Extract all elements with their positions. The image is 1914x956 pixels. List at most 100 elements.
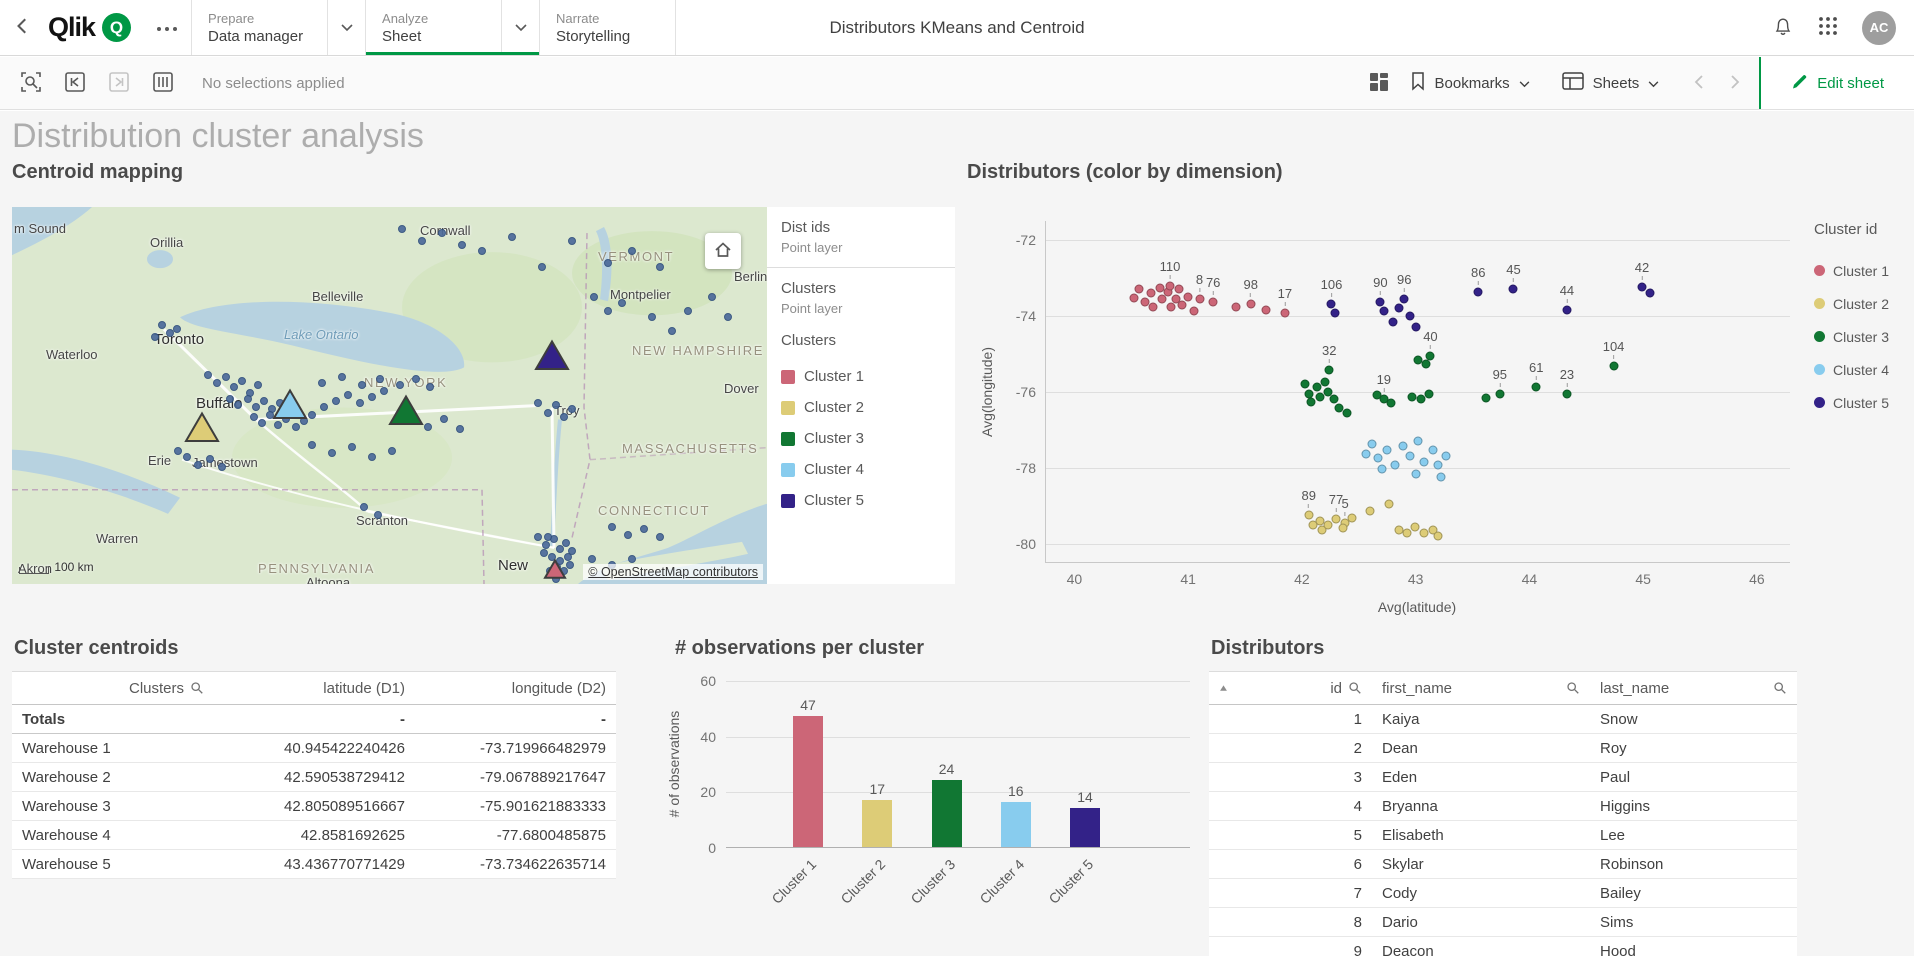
table-row[interactable]: Warehouse 543.436770771429-73.7346226357… [12, 850, 616, 879]
table-cell[interactable]: Cody [1372, 879, 1590, 908]
scatter-point[interactable] [1135, 285, 1144, 294]
table-cell[interactable]: Bailey [1590, 879, 1797, 908]
centroid-triangle[interactable] [274, 391, 306, 419]
table-cell[interactable]: Dario [1372, 908, 1590, 937]
scatter-point[interactable] [1165, 281, 1174, 290]
scatter-point[interactable] [1246, 299, 1255, 308]
sheet-objects-button[interactable] [1364, 68, 1394, 98]
table-cell[interactable]: Bryanna [1372, 792, 1590, 821]
scatter-point[interactable] [1425, 389, 1434, 398]
previous-sheet-button[interactable] [1685, 68, 1715, 98]
scatter-point[interactable] [1301, 380, 1310, 389]
scatter-point[interactable] [1184, 292, 1193, 301]
bar[interactable] [862, 800, 892, 847]
table-cell[interactable]: Warehouse 5 [12, 850, 214, 879]
table-cell[interactable]: Deacon [1372, 937, 1590, 956]
scatter-point[interactable] [1386, 398, 1395, 407]
search-icon[interactable] [1566, 681, 1580, 695]
scatter-point[interactable] [1645, 288, 1654, 297]
scatter-point[interactable] [1394, 303, 1403, 312]
table-cell[interactable]: Paul [1590, 763, 1797, 792]
scatter-point[interactable] [1399, 442, 1408, 451]
scatter-point[interactable] [1482, 394, 1491, 403]
scatter-point[interactable] [1304, 511, 1313, 520]
scatter-point[interactable] [1376, 297, 1385, 306]
scatter-legend-item[interactable]: Cluster 3 [1814, 320, 1889, 353]
table-cell[interactable]: 1 [1209, 705, 1372, 734]
column-header[interactable]: first_name [1372, 672, 1590, 705]
search-icon[interactable] [1348, 681, 1362, 695]
scatter-point[interactable] [1419, 457, 1428, 466]
column-header[interactable]: last_name [1590, 672, 1797, 705]
map-attribution-link[interactable]: © OpenStreetMap contributors [583, 564, 763, 580]
table-cell[interactable]: Eden [1372, 763, 1590, 792]
scatter-point[interactable] [1383, 445, 1392, 454]
scatter-point[interactable] [1385, 499, 1394, 508]
scatter-point[interactable] [1368, 440, 1377, 449]
scatter-point[interactable] [1307, 398, 1316, 407]
app-launcher-button[interactable] [1818, 16, 1838, 39]
scatter-point[interactable] [1405, 312, 1414, 321]
table-cell[interactable]: 9 [1209, 937, 1372, 956]
scatter-point[interactable] [1436, 473, 1445, 482]
table-row[interactable]: Warehouse 342.805089516667-75.9016218833… [12, 792, 616, 821]
table-row[interactable]: 5ElisabethLee [1209, 821, 1797, 850]
table-cell[interactable]: Dean [1372, 734, 1590, 763]
sheets-button[interactable]: Sheets [1546, 57, 1676, 109]
scatter-point[interactable] [1195, 294, 1204, 303]
scatter-point[interactable] [1428, 445, 1437, 454]
scatter-point[interactable] [1167, 303, 1176, 312]
table-cell[interactable]: Higgins [1590, 792, 1797, 821]
scatter-point[interactable] [1338, 523, 1347, 532]
scatter-point[interactable] [1388, 318, 1397, 327]
table-row[interactable]: Warehouse 140.945422240426-73.7199664829… [12, 734, 616, 763]
scatter-point[interactable] [1209, 297, 1218, 306]
scatter-point[interactable] [1175, 285, 1184, 294]
nav-section-analyze[interactable]: Analyze Sheet [366, 0, 539, 55]
scatter-legend-item[interactable]: Cluster 5 [1814, 386, 1889, 419]
scatter-point[interactable] [1343, 408, 1352, 417]
selections-tool-button[interactable] [148, 68, 178, 98]
scatter-point[interactable] [1442, 451, 1451, 460]
scatter-point[interactable] [1332, 515, 1341, 524]
scatter-point[interactable] [1562, 305, 1571, 314]
search-icon[interactable] [190, 681, 204, 695]
scatter-point[interactable] [1377, 464, 1386, 473]
bar[interactable] [932, 780, 962, 847]
notifications-button[interactable] [1772, 15, 1794, 40]
table-cell[interactable]: Warehouse 4 [12, 821, 214, 850]
back-button[interactable] [0, 0, 46, 55]
layer-entry[interactable]: Dist ids Point layer [781, 219, 941, 255]
table-cell[interactable]: -79.067889217647 [415, 763, 616, 792]
table-row[interactable]: 4BryannaHiggins [1209, 792, 1797, 821]
scatter-point[interactable] [1261, 305, 1270, 314]
scatter-point[interactable] [1379, 307, 1388, 316]
table-cell[interactable]: 2 [1209, 734, 1372, 763]
table-cell[interactable]: 43.436770771429 [214, 850, 415, 879]
scatter-point[interactable] [1148, 303, 1157, 312]
table-cell[interactable]: 42.8581692625 [214, 821, 415, 850]
map-home-button[interactable] [705, 233, 741, 269]
table-cell[interactable]: 5 [1209, 821, 1372, 850]
table-cell[interactable]: -75.901621883333 [415, 792, 616, 821]
bar-plot-area[interactable]: 020406047Cluster 117Cluster 224Cluster 3… [726, 681, 1190, 848]
analyze-dropdown-button[interactable] [501, 0, 539, 55]
table-row[interactable]: 7CodyBailey [1209, 879, 1797, 908]
table-cell[interactable]: -73.719966482979 [415, 734, 616, 763]
scatter-point[interactable] [1419, 528, 1428, 537]
scatter-point[interactable] [1400, 294, 1409, 303]
more-menu-button[interactable] [143, 0, 191, 55]
table-row[interactable]: Warehouse 442.8581692625-77.6800485875 [12, 821, 616, 850]
scatter-point[interactable] [1434, 461, 1443, 470]
table-row[interactable]: 8DarioSims [1209, 908, 1797, 937]
scatter-point[interactable] [1411, 469, 1420, 478]
scatter-point[interactable] [1474, 288, 1483, 297]
selections-back-button[interactable] [60, 68, 90, 98]
bookmarks-button[interactable]: Bookmarks [1394, 57, 1546, 109]
scatter-point[interactable] [1146, 289, 1155, 298]
column-header[interactable]: latitude (D1) [214, 672, 415, 705]
table-cell[interactable]: Warehouse 2 [12, 763, 214, 792]
scatter-point[interactable] [1320, 378, 1329, 387]
table-row[interactable]: 2DeanRoy [1209, 734, 1797, 763]
scatter-point[interactable] [1129, 293, 1138, 302]
